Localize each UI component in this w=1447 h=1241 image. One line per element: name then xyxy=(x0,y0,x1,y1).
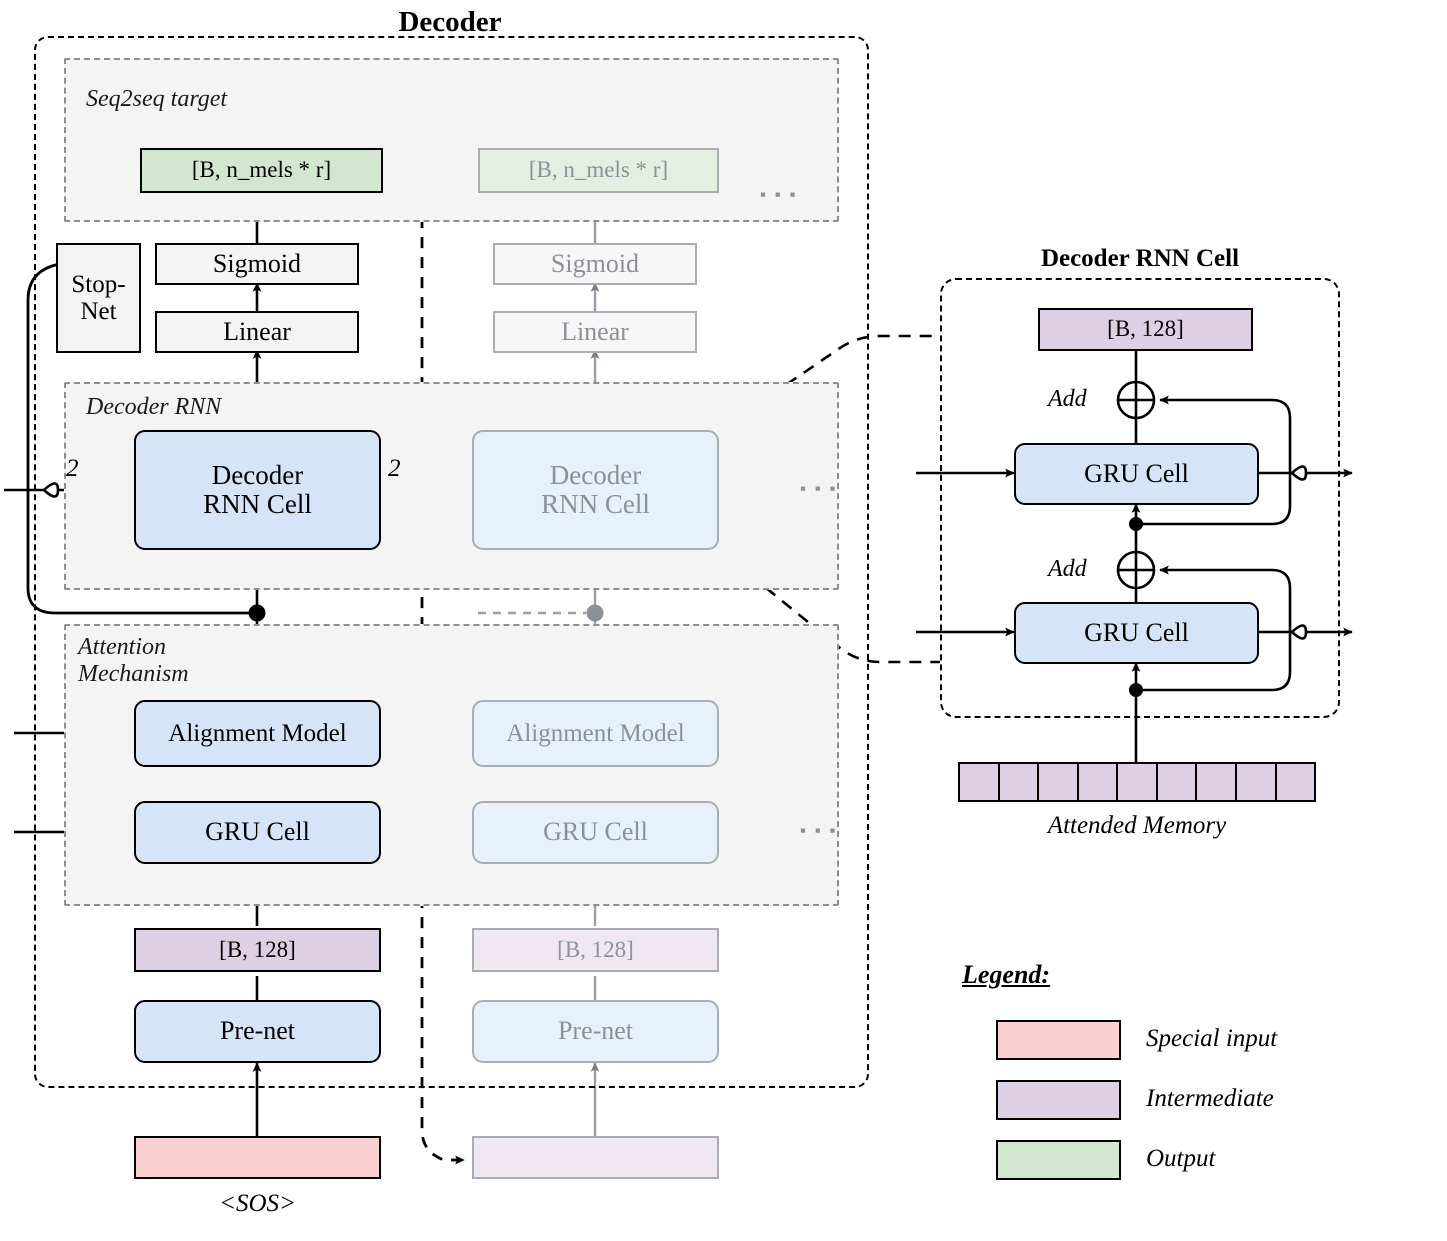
legend-swatch-intermediate xyxy=(996,1080,1121,1120)
gru-cell-t2: GRU Cell xyxy=(472,801,719,864)
target-ellipsis: ▪ ▪ ▪ xyxy=(760,185,798,204)
memory-cell xyxy=(1000,764,1040,800)
gru-cell-t1: GRU Cell xyxy=(134,801,381,864)
prenet-t1: Pre-net xyxy=(134,1000,381,1063)
memory-cell xyxy=(1197,764,1237,800)
detail-gru-cell-bottom: GRU Cell xyxy=(1014,602,1259,664)
diagram-canvas: Decoder Decoder RNN Cell Seq2seq target … xyxy=(0,0,1447,1241)
special-input-box xyxy=(134,1136,381,1179)
legend-title: Legend: xyxy=(962,960,1051,989)
memory-cell xyxy=(960,764,1000,800)
intermediate-box-t1: [B, 128] xyxy=(134,928,381,972)
linear-box-t1: Linear xyxy=(155,311,359,353)
prenet-t2: Pre-net xyxy=(472,1000,719,1063)
decoder-rnn-cell-t1: Decoder RNN Cell xyxy=(134,430,381,550)
memory-cell xyxy=(1079,764,1119,800)
sigmoid-box-t1: Sigmoid xyxy=(155,243,359,285)
fed-input-box-t2 xyxy=(472,1136,719,1179)
linear-box-t2: Linear xyxy=(493,311,697,353)
decoder-rnn-label: Decoder RNN xyxy=(86,394,222,420)
memory-cell xyxy=(1237,764,1277,800)
sigmoid-box-t2: Sigmoid xyxy=(493,243,697,285)
detail-gru-cell-top: GRU Cell xyxy=(1014,443,1259,505)
detail-output-box: [B, 128] xyxy=(1038,308,1253,351)
bus-label-out: 2 xyxy=(388,455,401,482)
attention-mechanism-label: Attention Mechanism xyxy=(78,634,189,687)
memory-cell xyxy=(1118,764,1158,800)
sos-caption: <SOS> xyxy=(219,1190,296,1217)
memory-cell xyxy=(1158,764,1198,800)
seq2seq-output-box-t2: [B, n_mels * r] xyxy=(478,148,719,193)
legend-label-intermediate: Intermediate xyxy=(1146,1085,1274,1112)
alignment-model-t1: Alignment Model xyxy=(134,700,381,767)
alignment-model-t2: Alignment Model xyxy=(472,700,719,767)
stop-net-box: Stop- Net xyxy=(56,243,141,353)
legend-swatch-special-input xyxy=(996,1020,1121,1060)
rnn-ellipsis: ▪ ▪ ▪ xyxy=(800,479,838,498)
add-label-top: Add xyxy=(1048,386,1087,412)
seq2seq-target-region xyxy=(64,58,839,222)
decoder-rnn-cell-title: Decoder RNN Cell xyxy=(1040,245,1240,272)
add-label-bottom: Add xyxy=(1048,556,1087,582)
gru-ellipsis: ▪ ▪ ▪ xyxy=(800,821,838,840)
attended-memory-caption: Attended Memory xyxy=(1047,812,1227,839)
memory-cell xyxy=(1039,764,1079,800)
legend-swatch-output xyxy=(996,1140,1121,1180)
memory-cell xyxy=(1277,764,1315,800)
seq2seq-output-box-t1: [B, n_mels * r] xyxy=(140,148,383,193)
decoder-rnn-cell-t2: Decoder RNN Cell xyxy=(472,430,719,550)
attended-memory-strip xyxy=(958,762,1316,802)
legend-label-output: Output xyxy=(1146,1145,1216,1172)
intermediate-box-t2: [B, 128] xyxy=(472,928,719,972)
decoder-title: Decoder xyxy=(398,6,502,38)
seq2seq-target-label: Seq2seq target xyxy=(86,86,228,112)
bus-label-in: 2 xyxy=(66,455,79,482)
legend-label-special-input: Special input xyxy=(1146,1025,1278,1052)
